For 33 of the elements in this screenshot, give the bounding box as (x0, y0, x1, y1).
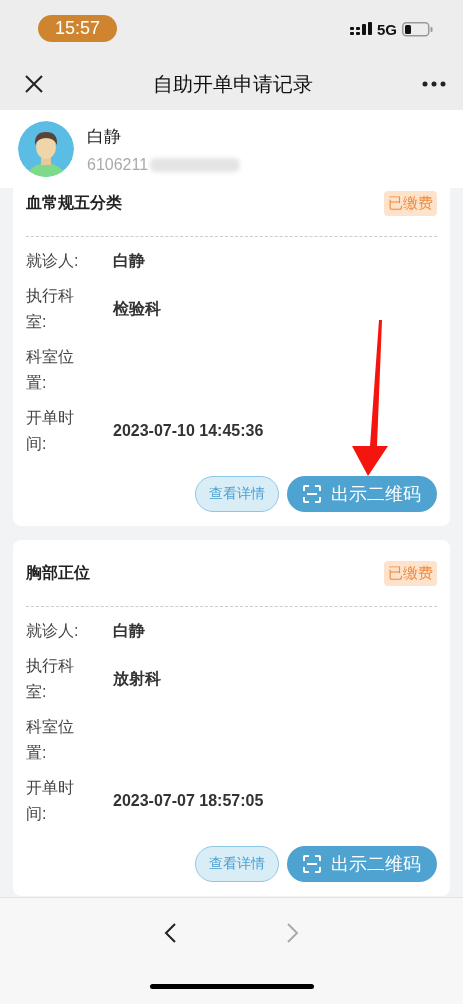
network-label: 5G (377, 20, 397, 38)
order-title: 胸部正位 (26, 562, 90, 583)
avatar-icon (18, 121, 74, 177)
show-qr-button[interactable]: 出示二维码 (287, 476, 437, 512)
field-value: 白静 (113, 620, 145, 641)
status-time: 15:57 (38, 14, 118, 42)
scan-icon (303, 485, 321, 503)
more-button[interactable] (420, 79, 448, 89)
battery-icon (402, 21, 433, 37)
field-label: 就诊人: (26, 621, 80, 641)
page-title: 自助开单申请记录 (153, 71, 313, 97)
field-label: 科室位置: (26, 347, 75, 393)
order-title: 血常规五分类 (26, 192, 122, 213)
field-label: 就诊人: (26, 251, 80, 271)
field-label: 开单时间: (26, 778, 75, 824)
field-value: 白静 (113, 250, 145, 271)
status-badge: 已缴费 (384, 190, 437, 216)
show-qr-button[interactable]: 出示二维码 (287, 846, 437, 882)
signal-icon (350, 22, 372, 36)
scan-icon (303, 855, 321, 873)
details-button[interactable]: 查看详情 (195, 476, 279, 512)
status-badge: 已缴费 (384, 560, 437, 586)
field-value: 2023-07-10 14:45:36 (113, 422, 264, 440)
field-value: 放射科 (113, 668, 161, 689)
field-label: 开单时间: (26, 408, 75, 454)
field-label: 执行科室: (26, 286, 75, 332)
patient-name: 白静 (87, 125, 122, 148)
field-value: 2023-07-07 18:57:05 (113, 792, 264, 810)
field-value: 检验科 (113, 298, 161, 319)
field-label: 执行科室: (26, 656, 75, 702)
id-number: 6106211 (87, 155, 149, 174)
field-label: 科室位置: (26, 717, 75, 763)
details-button[interactable]: 查看详情 (195, 846, 279, 882)
